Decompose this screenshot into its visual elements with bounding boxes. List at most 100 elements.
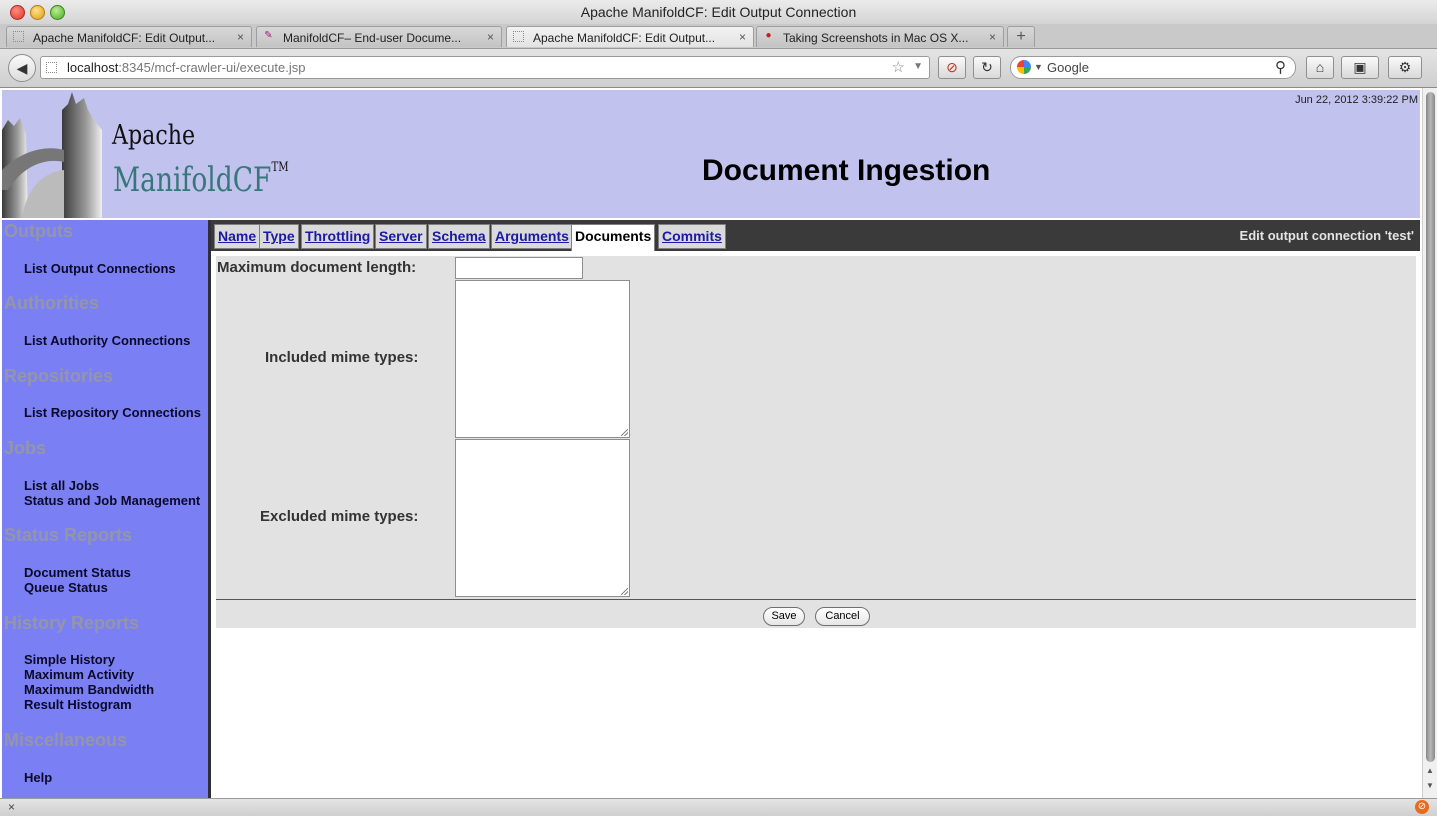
window-titlebar: Apache ManifoldCF: Edit Output Connectio…: [0, 0, 1437, 24]
page-scrollbar[interactable]: ▲ ▼: [1422, 88, 1437, 798]
sidebar-link-list-all-jobs[interactable]: List all Jobs: [24, 478, 99, 493]
browser-tab-label: Taking Screenshots in Mac OS X...: [783, 31, 969, 45]
blank-page-icon: [13, 31, 24, 42]
home-icon: ⌂: [1315, 59, 1325, 75]
logo-manifoldcf-text: ManifoldCFTM: [113, 160, 289, 200]
sidebar-heading-repositories: Repositories: [4, 366, 114, 386]
excluded-mime-types-label: Excluded mime types:: [260, 508, 419, 525]
tab-commits[interactable]: Commits: [658, 224, 726, 249]
sidebar-heading-history-reports: History Reports: [4, 613, 140, 633]
max-document-length-label: Maximum document length:: [217, 259, 417, 276]
sidebar-heading-jobs: Jobs: [4, 438, 47, 458]
browser-tab-label: Apache ManifoldCF: Edit Output...: [533, 31, 716, 45]
sidebar-heading-outputs: Outputs: [4, 221, 73, 241]
gear-icon: ⚙: [1398, 59, 1412, 75]
documents-form: Maximum document length: Included mime t…: [216, 256, 1416, 628]
sidebar-link-result-histogram[interactable]: Result Histogram: [24, 697, 132, 712]
stop-button[interactable]: ⊘: [938, 56, 966, 79]
included-mime-types-textarea[interactable]: [455, 280, 630, 438]
search-engine-dropdown-icon[interactable]: ▼: [1034, 62, 1043, 72]
close-tab-icon[interactable]: ×: [989, 30, 996, 44]
sidebar-link-queue-status[interactable]: Queue Status: [24, 580, 108, 595]
back-button[interactable]: ◀: [8, 54, 36, 82]
sidebar-link-list-repository-connections[interactable]: List Repository Connections: [24, 405, 201, 420]
url-path: :8345/mcf-crawler-ui/execute.jsp: [118, 60, 306, 75]
browser-navigation-bar: ◀ localhost:8345/mcf-crawler-ui/execute.…: [0, 49, 1437, 88]
url-host: localhost: [67, 60, 119, 75]
tab-documents[interactable]: Documents: [571, 224, 656, 251]
page-viewport: Apache ManifoldCFTM Jun 22, 2012 3:39:22…: [0, 88, 1422, 798]
sidebar-link-help[interactable]: Help: [24, 770, 52, 785]
search-bar[interactable]: ▼ Google ⚲: [1010, 56, 1296, 79]
logo-manifoldcf-name: ManifoldCF: [113, 160, 272, 200]
scrollbar-thumb[interactable]: [1426, 92, 1435, 762]
browser-tab-4[interactable]: ● Taking Screenshots in Mac OS X... ×: [756, 26, 1004, 47]
close-tab-icon[interactable]: ×: [739, 30, 746, 44]
browser-tab-strip: Apache ManifoldCF: Edit Output... × ✎ Ma…: [0, 24, 1437, 49]
reload-button[interactable]: ↻: [973, 56, 1001, 79]
edit-connection-label: Edit output connection 'test': [1239, 228, 1414, 243]
stop-icon: ⊘: [946, 59, 958, 75]
sidebar-divider: [208, 220, 211, 798]
tab-server[interactable]: Server: [375, 224, 427, 249]
logo-apache-text: Apache: [112, 120, 196, 151]
sidebar-navigation: Outputs List Output Connections Authorit…: [2, 220, 208, 798]
address-url: localhost:8345/mcf-crawler-ui/execute.js…: [67, 60, 305, 75]
manifoldcf-bridge-logo: [2, 92, 102, 218]
sidebar-link-maximum-activity[interactable]: Maximum Activity: [24, 667, 134, 682]
blank-page-icon: [513, 31, 524, 42]
sidebar-link-simple-history[interactable]: Simple History: [24, 652, 115, 667]
sidebar-link-maximum-bandwidth[interactable]: Maximum Bandwidth: [24, 682, 154, 697]
close-addon-bar-icon[interactable]: ×: [8, 800, 15, 814]
sidebar-heading-authorities: Authorities: [4, 293, 100, 313]
browser-tab-2[interactable]: ✎ ManifoldCF– End-user Docume... ×: [256, 26, 502, 47]
browser-tab-3-active[interactable]: Apache ManifoldCF: Edit Output... ×: [506, 26, 754, 47]
close-tab-icon[interactable]: ×: [237, 30, 244, 44]
search-icon[interactable]: ⚲: [1275, 58, 1286, 76]
logo-trademark: TM: [271, 160, 289, 175]
excluded-mime-types-textarea[interactable]: [455, 439, 630, 597]
tab-throttling[interactable]: Throttling: [301, 224, 375, 249]
tab-arguments[interactable]: Arguments: [491, 224, 573, 249]
window-title: Apache ManifoldCF: Edit Output Connectio…: [580, 4, 857, 20]
addon-status-icon[interactable]: ⊘: [1415, 800, 1429, 814]
bookmarks-menu-button[interactable]: ▣: [1341, 56, 1379, 79]
tab-type[interactable]: Type: [259, 224, 299, 249]
save-button[interactable]: Save: [763, 607, 805, 626]
cancel-button[interactable]: Cancel: [815, 607, 870, 626]
bookmark-star-icon[interactable]: ☆: [892, 58, 905, 76]
page-title: Document Ingestion: [702, 154, 991, 187]
sidebar-link-status-and-job-management[interactable]: Status and Job Management: [24, 493, 200, 508]
sidebar-link-document-status[interactable]: Document Status: [24, 565, 131, 580]
google-logo-icon[interactable]: [1017, 60, 1031, 74]
sidebar-heading-status-reports: Status Reports: [4, 525, 133, 545]
page-timestamp: Jun 22, 2012 3:39:22 PM: [1295, 94, 1418, 106]
tab-schema[interactable]: Schema: [428, 224, 490, 249]
addons-menu-button[interactable]: ⚙: [1388, 56, 1422, 79]
scroll-down-icon[interactable]: ▼: [1426, 781, 1434, 790]
included-mime-types-label: Included mime types:: [265, 349, 419, 366]
scroll-up-icon[interactable]: ▲: [1426, 766, 1434, 775]
sidebar-link-list-authority-connections[interactable]: List Authority Connections: [24, 333, 190, 348]
close-tab-icon[interactable]: ×: [487, 30, 494, 44]
apple-logo-icon: ●: [765, 30, 772, 41]
quill-feather-icon: ✎: [264, 30, 273, 41]
address-bar[interactable]: localhost:8345/mcf-crawler-ui/execute.js…: [40, 56, 930, 79]
browser-tab-label: ManifoldCF– End-user Docume...: [283, 31, 462, 45]
browser-tab-label: Apache ManifoldCF: Edit Output...: [33, 31, 216, 45]
browser-status-bar: × ⊘: [0, 798, 1437, 816]
sidebar-link-list-output-connections[interactable]: List Output Connections: [24, 261, 176, 276]
page-banner: Apache ManifoldCFTM Jun 22, 2012 3:39:22…: [2, 90, 1420, 218]
max-document-length-input[interactable]: [455, 257, 583, 279]
search-placeholder: Google: [1047, 60, 1089, 75]
history-dropdown-icon[interactable]: ▼: [913, 61, 923, 72]
home-button[interactable]: ⌂: [1306, 56, 1334, 79]
tab-name[interactable]: Name: [214, 224, 261, 249]
site-identity-icon[interactable]: [46, 62, 57, 73]
connection-tab-bar: Name Type Throttling Server Schema Argum…: [211, 220, 1420, 251]
new-tab-button[interactable]: +: [1007, 26, 1035, 47]
browser-tab-1[interactable]: Apache ManifoldCF: Edit Output... ×: [6, 26, 252, 47]
sidebar-heading-miscellaneous: Miscellaneous: [4, 730, 128, 750]
back-arrow-icon: ◀: [16, 60, 28, 76]
form-separator: [216, 599, 1416, 600]
